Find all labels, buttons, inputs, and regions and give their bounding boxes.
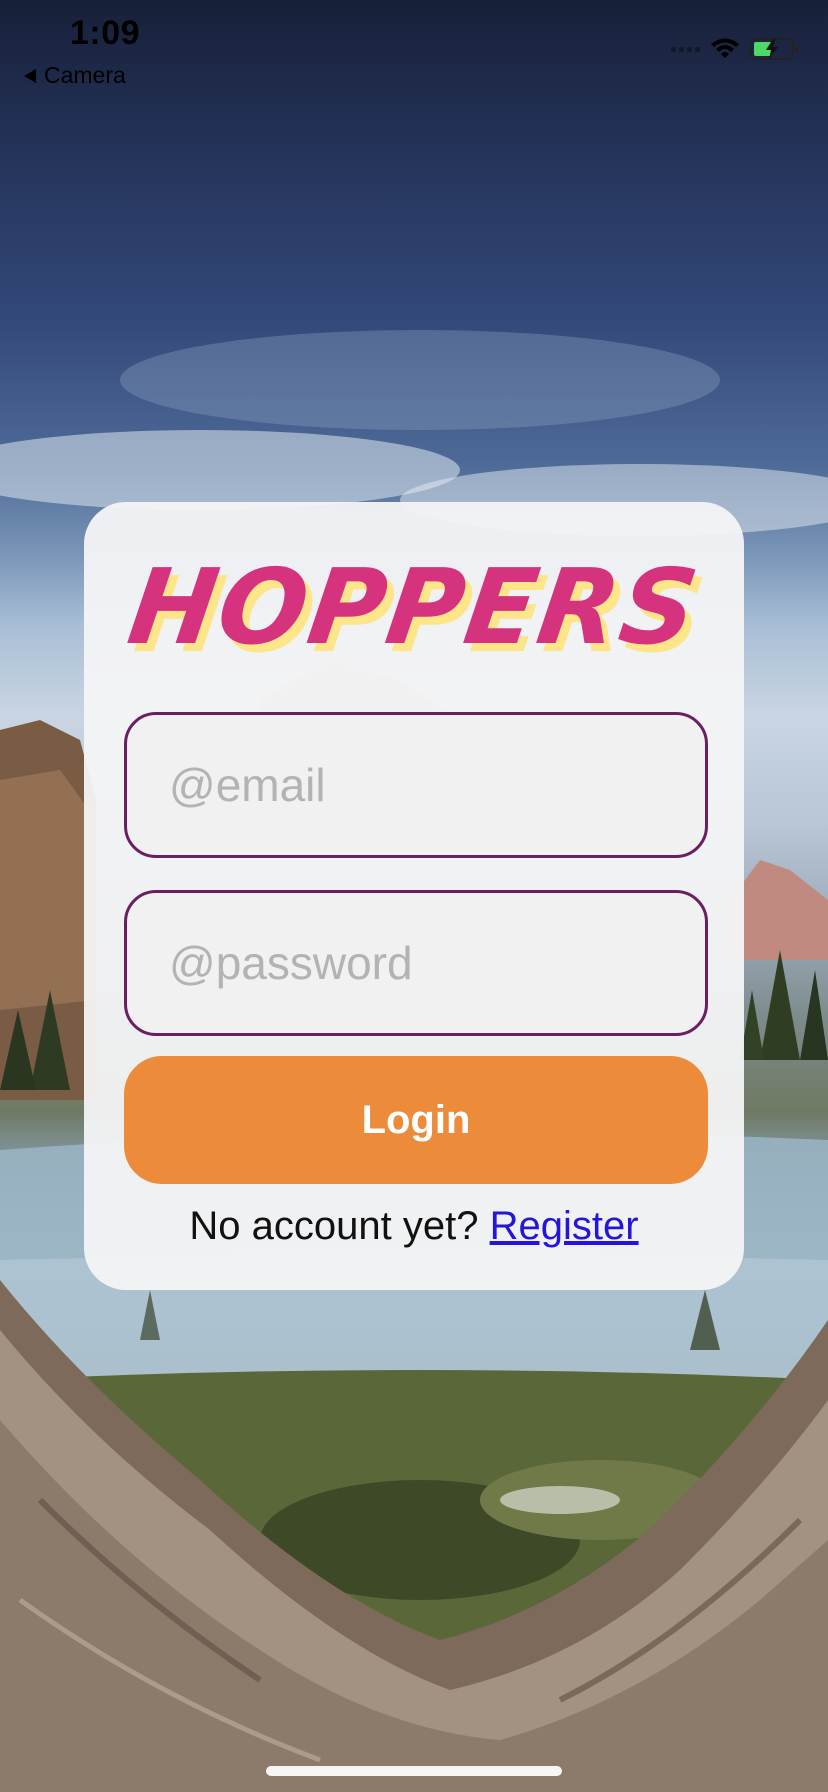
- no-account-text: No account yet?: [189, 1204, 479, 1248]
- wifi-icon: [711, 38, 739, 58]
- login-button[interactable]: Login: [124, 1056, 708, 1184]
- register-prompt: No account yet? Register: [84, 1204, 744, 1249]
- back-app-label: Camera: [44, 62, 126, 88]
- signal-icon: [671, 46, 700, 52]
- app-logo: HOPPERS HOPPERS: [84, 542, 744, 676]
- status-time: 1:09: [70, 14, 141, 52]
- login-screen: 1:09 Camera HOPPERS HOPPERS @email Login…: [0, 0, 828, 1792]
- password-field[interactable]: [124, 890, 708, 1036]
- email-field[interactable]: [124, 712, 708, 858]
- status-indicators: [671, 38, 798, 60]
- logo-text: HOPPERS: [121, 546, 707, 668]
- battery-charging-icon: [750, 38, 798, 60]
- back-to-app-link[interactable]: Camera: [24, 62, 126, 89]
- back-arrow-icon: [24, 68, 36, 83]
- login-card: HOPPERS HOPPERS Login No account yet? Re…: [84, 502, 744, 1290]
- register-link[interactable]: Register: [490, 1204, 639, 1248]
- home-indicator[interactable]: [266, 1766, 562, 1776]
